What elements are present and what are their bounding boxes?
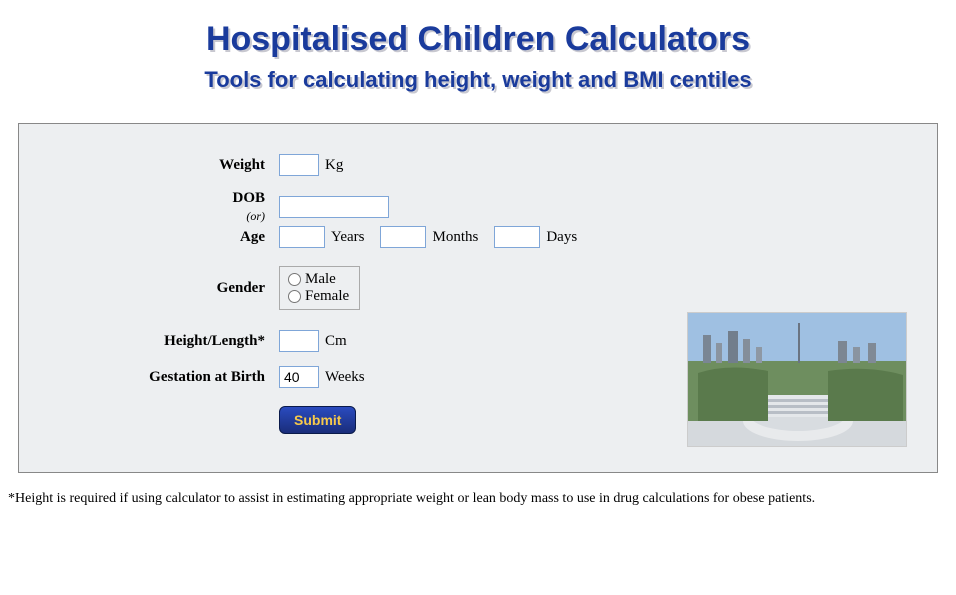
page-subtitle: Tools for calculating height, weight and… xyxy=(0,67,956,93)
hospital-city-image xyxy=(687,312,907,447)
age-label: Age xyxy=(39,229,279,246)
gender-label: Gender xyxy=(39,280,279,297)
footnote-text: *Height is required if using calculator … xyxy=(8,491,948,507)
gender-row: Gender Male Female xyxy=(39,266,917,310)
gestation-unit: Weeks xyxy=(325,369,365,386)
weight-unit: Kg xyxy=(325,157,343,174)
gender-female-radio[interactable] xyxy=(288,290,301,303)
gestation-input[interactable] xyxy=(279,366,319,388)
gender-female-option[interactable]: Female xyxy=(286,288,349,305)
gender-group: Male Female xyxy=(279,266,360,310)
calculator-form: Weight Kg DOB (or) Age Years Months Days… xyxy=(18,123,938,473)
age-row: Age Years Months Days xyxy=(39,226,917,248)
height-label: Height/Length* xyxy=(39,333,279,350)
height-input[interactable] xyxy=(279,330,319,352)
page-title: Hospitalised Children Calculators xyxy=(0,20,956,59)
age-months-input[interactable] xyxy=(380,226,426,248)
dob-row: DOB (or) xyxy=(39,190,917,224)
height-unit: Cm xyxy=(325,333,347,350)
dob-label: DOB (or) xyxy=(39,190,279,224)
gestation-label: Gestation at Birth xyxy=(39,369,279,386)
submit-button[interactable]: Submit xyxy=(279,406,356,434)
age-days-input[interactable] xyxy=(494,226,540,248)
weight-label: Weight xyxy=(39,157,279,174)
gender-male-option[interactable]: Male xyxy=(286,271,349,288)
page-header: Hospitalised Children Calculators Tools … xyxy=(0,0,956,103)
age-months-unit: Months xyxy=(432,229,478,246)
weight-row: Weight Kg xyxy=(39,154,917,176)
gender-male-radio[interactable] xyxy=(288,273,301,286)
age-days-unit: Days xyxy=(546,229,577,246)
age-years-unit: Years xyxy=(331,229,364,246)
age-years-input[interactable] xyxy=(279,226,325,248)
weight-input[interactable] xyxy=(279,154,319,176)
dob-input[interactable] xyxy=(279,196,389,218)
